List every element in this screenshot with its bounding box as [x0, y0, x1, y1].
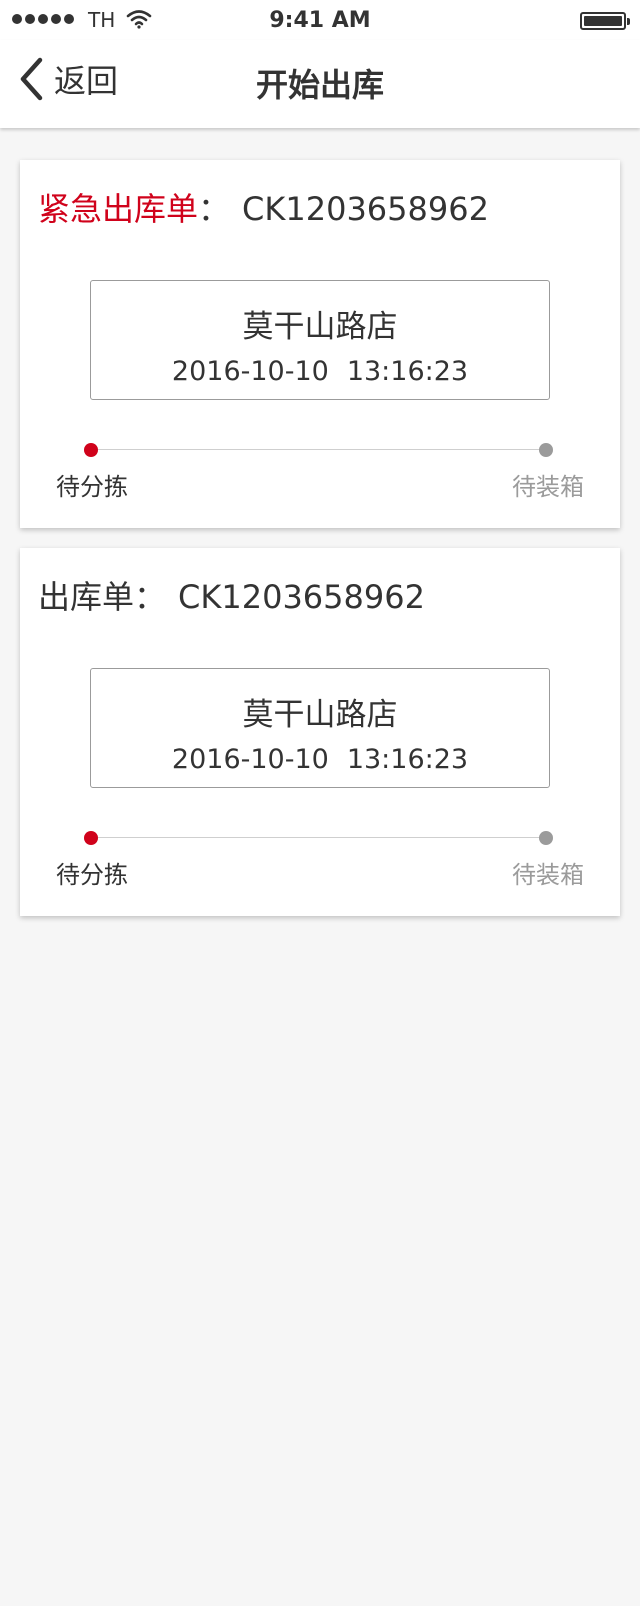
step-label-next: 待装箱	[512, 473, 584, 501]
order-datetime: 2016-10-10 13:16:23	[91, 356, 549, 387]
order-time: 13:16:23	[346, 356, 469, 387]
store-info-box: 莫干山路店 2016-10-10 13:16:23	[90, 280, 550, 400]
order-tag: 出库单	[38, 578, 135, 616]
order-number: CK1203658962	[178, 578, 425, 616]
order-datetime: 2016-10-10 13:16:23	[91, 744, 549, 775]
step-label-next: 待装箱	[512, 861, 584, 889]
progress-line	[91, 837, 546, 838]
progress-dot-current	[84, 443, 98, 457]
order-header: 紧急出库单： CK1203658962	[38, 184, 489, 230]
progress-track: 待分拣 待装箱	[20, 440, 620, 501]
progress-track: 待分拣 待装箱	[20, 828, 620, 889]
battery-icon	[580, 12, 630, 30]
order-separator: ：	[134, 578, 167, 616]
step-label-current: 待分拣	[56, 861, 128, 889]
progress-dot-pending	[539, 831, 553, 845]
order-separator: ：	[198, 190, 231, 228]
status-bar: TH 9:41 AM	[0, 0, 640, 40]
order-number: CK1203658962	[242, 190, 489, 228]
order-card[interactable]: 出库单： CK1203658962 莫干山路店 2016-10-10 13:16:2…	[20, 548, 620, 916]
progress-dot-pending	[539, 443, 553, 457]
navigation-bar: 返回 开始出库	[0, 40, 640, 128]
order-card[interactable]: 紧急出库单： CK1203658962 莫干山路店 2016-10-10 13:16…	[20, 160, 620, 528]
store-info-box: 莫干山路店 2016-10-10 13:16:23	[90, 668, 550, 788]
store-name: 莫干山路店	[242, 309, 398, 345]
status-time: 9:41 AM	[269, 8, 371, 33]
page-title: 开始出库	[255, 66, 384, 104]
step-label-current: 待分拣	[56, 473, 128, 501]
store-name: 莫干山路店	[242, 697, 398, 733]
order-date: 2016-10-10	[171, 356, 329, 387]
progress-line	[91, 449, 546, 450]
progress-dot-current	[84, 831, 98, 845]
order-date: 2016-10-10	[171, 744, 329, 775]
urgent-order-tag: 紧急出库单	[38, 190, 199, 228]
order-header: 出库单： CK1203658962	[38, 572, 425, 618]
order-time: 13:16:23	[346, 744, 469, 775]
